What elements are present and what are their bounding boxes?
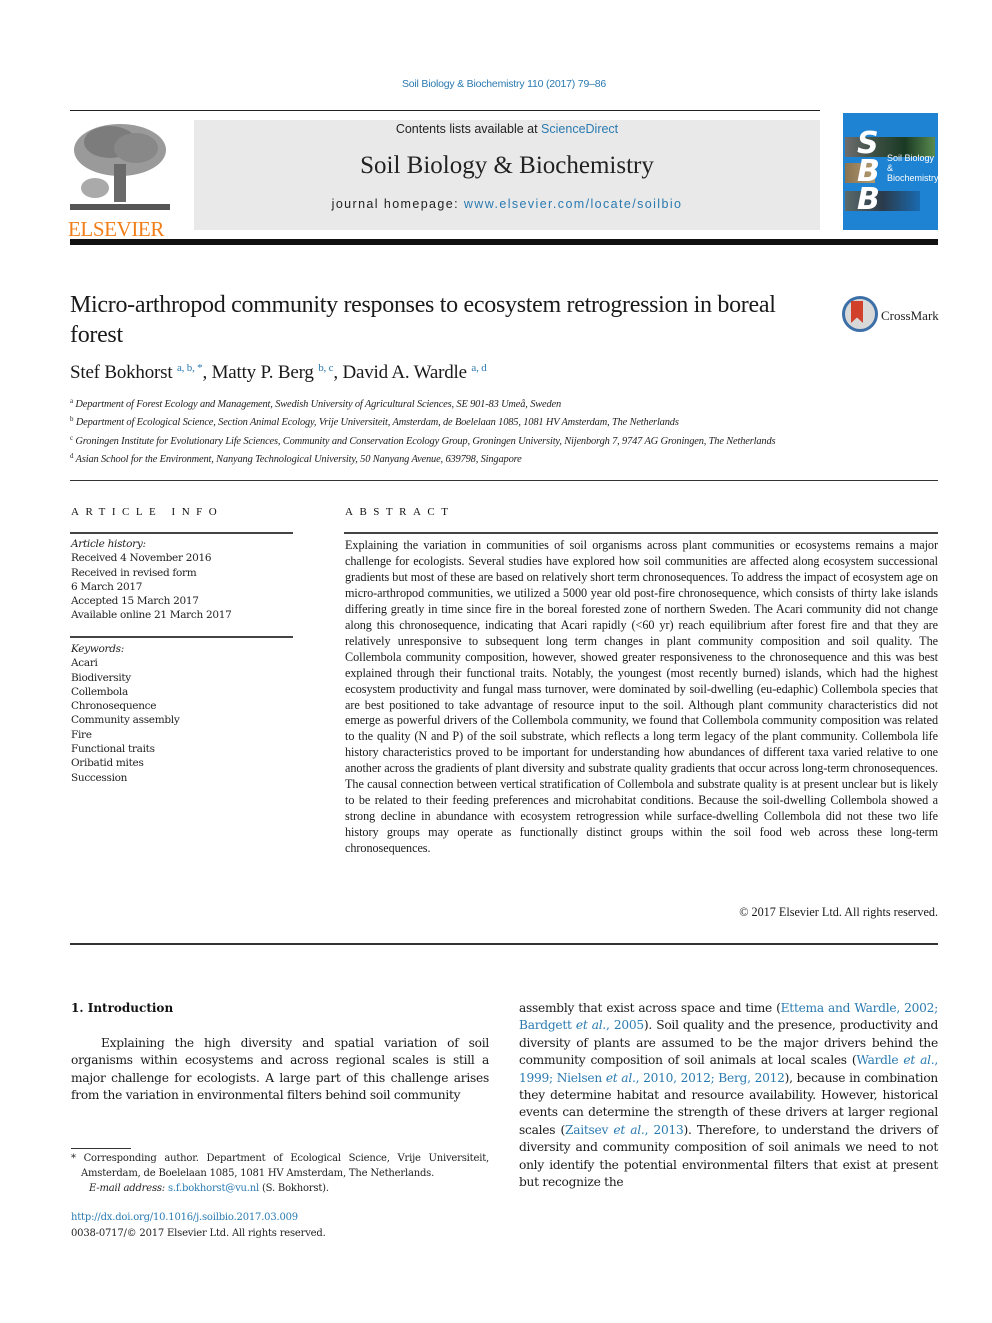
elsevier-tree-icon xyxy=(70,120,170,212)
section-heading-introduction: 1. Introduction xyxy=(71,1001,174,1015)
keyword: Biodiversity xyxy=(71,671,131,684)
history-item: Accepted 15 March 2017 xyxy=(71,595,199,608)
doi-block: http://dx.doi.org/10.1016/j.soilbio.2017… xyxy=(71,1210,326,1242)
elsevier-wordmark: ELSEVIER xyxy=(68,217,164,241)
history-item: Received 4 November 2016 xyxy=(71,552,212,565)
citation-link[interactable]: et al. xyxy=(613,1123,644,1137)
affiliation-text: Asian School for the Environment, Nanyan… xyxy=(75,453,522,465)
author-list: Stef Bokhorst a, b, *, Matty P. Berg b, … xyxy=(70,362,487,383)
affiliation: c Groningen Institute for Evolutionary L… xyxy=(70,431,830,449)
email-line: E-mail address: s.f.bokhorst@vu.nl (S. B… xyxy=(71,1181,489,1196)
footnote: * Corresponding author. Department of Ec… xyxy=(71,1151,489,1196)
affiliation-key: c xyxy=(70,433,73,442)
intro-paragraph-left: Explaining the high diversity and spatia… xyxy=(71,1036,489,1103)
keyword: Community assembly xyxy=(71,714,180,727)
keywords: Keywords: Acari Biodiversity Collembola … xyxy=(71,642,293,785)
divider xyxy=(70,943,938,945)
citation-link[interactable]: Wardle xyxy=(856,1053,903,1067)
affiliation: d Asian School for the Environment, Nany… xyxy=(70,449,830,467)
affiliation-key: a xyxy=(70,397,73,405)
footnote-divider xyxy=(71,1148,131,1149)
keyword: Oribatid mites xyxy=(71,757,144,770)
citation-link[interactable]: , 2013 xyxy=(645,1123,684,1137)
citation-link[interactable]: , 2010, 2012; Berg, 2012 xyxy=(636,1071,785,1085)
body-text: assembly that exist across space and tim… xyxy=(519,1001,781,1015)
article-title: Micro-arthropod community responses to e… xyxy=(70,292,776,348)
abstract-heading: ABSTRACT xyxy=(345,506,455,518)
history-item: 6 March 2017 xyxy=(71,580,143,593)
journal-banner: Contents lists available at ScienceDirec… xyxy=(194,120,820,230)
email-link[interactable]: s.f.bokhorst@vu.nl xyxy=(168,1183,259,1194)
cover-title: Soil Biology & Biochemistry xyxy=(887,153,938,183)
crossmark-button[interactable]: CrossMark xyxy=(842,296,942,336)
cover-title-line: Soil Biology & xyxy=(887,153,935,173)
history-item: Available online 21 March 2017 xyxy=(71,609,232,622)
keyword: Chronosequence xyxy=(71,700,157,713)
header-divider xyxy=(70,239,938,245)
affiliation-text: Department of Ecological Science, Sectio… xyxy=(75,417,679,429)
affiliation-text: Groningen Institute for Evolutionary Lif… xyxy=(75,435,776,447)
intro-paragraph-right: assembly that exist across space and tim… xyxy=(519,1000,938,1191)
keyword: Acari xyxy=(71,657,98,670)
issn-copyright: 0038-0717/© 2017 Elsevier Ltd. All right… xyxy=(71,1228,326,1239)
author-affiliation-marks[interactable]: b, c xyxy=(318,362,333,374)
elsevier-logo[interactable]: ELSEVIER xyxy=(68,120,176,240)
author-name[interactable]: Matty P. Berg xyxy=(212,362,314,383)
affiliation-text: Department of Forest Ecology and Managem… xyxy=(75,399,562,410)
divider xyxy=(70,480,938,481)
citation-link[interactable]: et al. xyxy=(576,1018,606,1032)
cover-title-line: Biochemistry xyxy=(887,173,938,183)
history-item: Received in revised form xyxy=(71,566,197,579)
abstract-copyright: © 2017 Elsevier Ltd. All rights reserved… xyxy=(739,905,938,919)
author-affiliation-marks[interactable]: a, b, * xyxy=(177,362,203,374)
citation-link[interactable]: et al. xyxy=(606,1071,636,1085)
author-affiliation-marks[interactable]: a, d xyxy=(471,362,486,374)
crossmark-label: CrossMark xyxy=(881,308,939,323)
corresponding-author-note: * Corresponding author. Department of Ec… xyxy=(71,1153,489,1179)
affiliation: a Department of Forest Ecology and Manag… xyxy=(70,394,830,412)
contents-prefix: Contents lists available at xyxy=(395,122,542,136)
cover-letter: B xyxy=(857,182,880,217)
divider xyxy=(70,110,820,111)
journal-homepage-link[interactable]: www.elsevier.com/locate/soilbio xyxy=(464,197,682,211)
keyword: Fire xyxy=(71,728,92,741)
divider xyxy=(344,532,938,534)
affiliation-key: d xyxy=(70,451,74,460)
journal-citation[interactable]: Soil Biology & Biochemistry 110 (2017) 7… xyxy=(0,78,992,90)
abstract-text: Explaining the variation in communities … xyxy=(345,538,938,856)
journal-title: Soil Biology & Biochemistry xyxy=(360,152,654,179)
divider xyxy=(70,636,293,638)
keyword: Functional traits xyxy=(71,743,155,756)
journal-cover[interactable]: S B B Soil Biology & Biochemistry xyxy=(843,113,938,230)
contents-line: Contents lists available at ScienceDirec… xyxy=(194,122,820,136)
affiliations: a Department of Forest Ecology and Manag… xyxy=(70,394,830,467)
author-name[interactable]: David A. Wardle xyxy=(342,362,467,383)
citation-link[interactable]: Zaitsev xyxy=(565,1123,613,1137)
email-suffix: (S. Bokhorst). xyxy=(258,1183,329,1194)
citation-link[interactable]: et al. xyxy=(903,1053,934,1067)
keyword: Collembola xyxy=(71,685,128,698)
article-history: Article history: Received 4 November 201… xyxy=(71,537,293,623)
divider xyxy=(70,532,293,534)
email-label: E-mail address: xyxy=(89,1183,168,1194)
affiliation-key: b xyxy=(70,415,74,424)
affiliation: b Department of Ecological Science, Sect… xyxy=(70,412,830,430)
keywords-label: Keywords: xyxy=(71,643,124,655)
article-history-label: Article history: xyxy=(71,538,146,550)
article-info-heading: ARTICLE INFO xyxy=(71,506,224,518)
author-name[interactable]: Stef Bokhorst xyxy=(70,362,173,383)
sciencedirect-link[interactable]: ScienceDirect xyxy=(541,122,618,136)
doi-link[interactable]: http://dx.doi.org/10.1016/j.soilbio.2017… xyxy=(71,1212,298,1223)
homepage-prefix: journal homepage: xyxy=(331,197,464,211)
homepage-line: journal homepage: www.elsevier.com/locat… xyxy=(194,197,820,211)
citation-link[interactable]: , 2005 xyxy=(606,1018,644,1032)
keyword: Succession xyxy=(71,771,128,784)
